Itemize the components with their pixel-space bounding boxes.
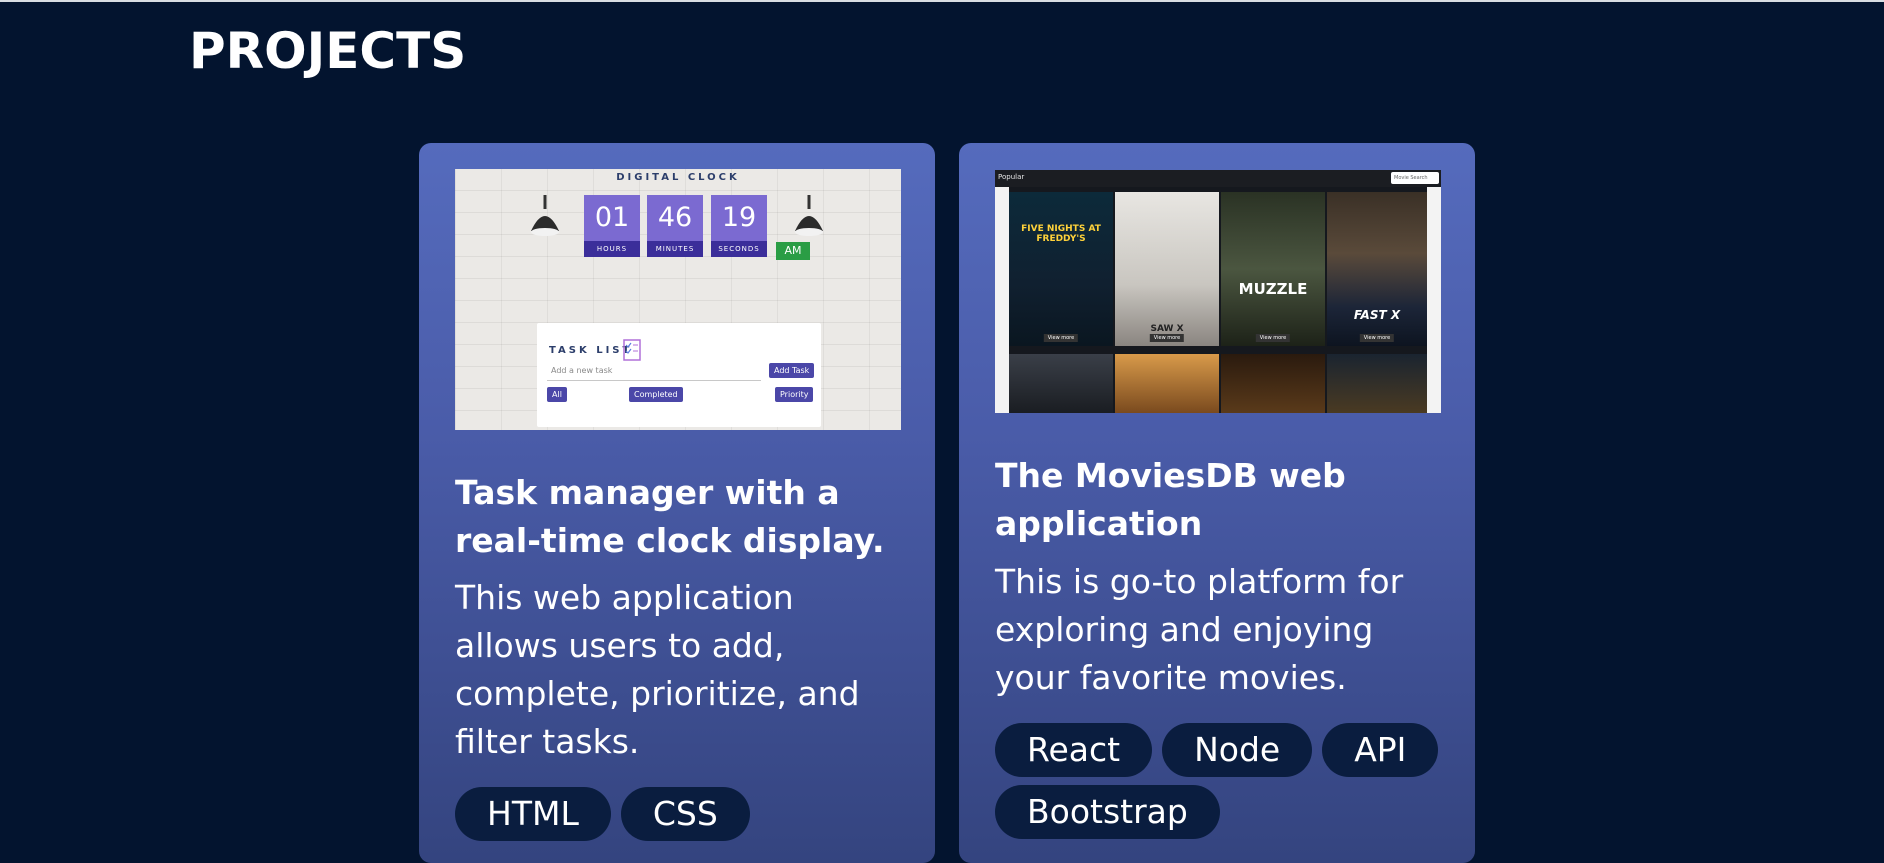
clock-title: DIGITAL CLOCK (616, 172, 740, 183)
poster-title: MUZZLE (1238, 280, 1308, 298)
carousel-right-edge (1427, 187, 1441, 413)
tag-bootstrap: Bootstrap (995, 785, 1220, 839)
movie-poster: FIVE NIGHTS AT FREDDY'S View more (1009, 192, 1113, 346)
seconds-value: 19 (721, 202, 757, 233)
tag-html: HTML (455, 787, 611, 841)
tech-tags: React Node API Bootstrap (995, 723, 1455, 839)
project-card-moviesdb[interactable]: Popular Movie Search FIVE NIGHTS AT FRED… (959, 143, 1475, 863)
seconds-box: 19 SECONDS (711, 195, 767, 257)
top-border (0, 0, 1884, 2)
movie-poster (1009, 354, 1113, 413)
filter-priority-button: Priority (775, 387, 814, 402)
filter-all-button: All (547, 387, 567, 402)
hours-value: 01 (594, 202, 630, 233)
minutes-value: 46 (657, 202, 693, 233)
hours-box: 01 HOURS (584, 195, 640, 257)
minutes-label: MINUTES (647, 241, 703, 257)
movies-topbar: Popular Movie Search (995, 170, 1441, 187)
view-more-button: View more (1043, 334, 1079, 342)
project-description: This is go-to platform for exploring and… (995, 562, 1404, 697)
project-description: This web application allows users to add… (455, 578, 860, 761)
project-title: The MoviesDB web application (995, 456, 1346, 543)
lamp-icon (795, 195, 823, 236)
task-input: Add a new task (547, 363, 761, 381)
seconds-label: SECONDS (711, 241, 767, 257)
checklist-icon (623, 339, 641, 361)
movie-poster (1221, 354, 1325, 413)
task-list-panel: TASK LIST Add a new task Add Task All Co… (537, 323, 821, 427)
view-more-button: View more (1255, 334, 1291, 342)
movie-search-input: Movie Search (1391, 172, 1439, 184)
filter-completed-button: Completed (629, 387, 683, 402)
movie-poster: MUZZLE View more (1221, 192, 1325, 346)
popular-label: Popular (998, 173, 1025, 181)
tag-react: React (995, 723, 1153, 777)
project-title: Task manager with a real-time clock disp… (455, 473, 885, 560)
tag-api: API (1322, 723, 1439, 777)
poster-title: SAW X (1150, 324, 1184, 334)
carousel-left-edge (995, 187, 1009, 413)
project-card-task-manager[interactable]: DIGITAL CLOCK 01 HOURS 46 MINUTES 19 SEC… (419, 143, 935, 863)
project-thumbnail[interactable]: DIGITAL CLOCK 01 HOURS 46 MINUTES 19 SEC… (455, 169, 901, 430)
poster-title: FAST X (1353, 308, 1401, 322)
add-task-button: Add Task (769, 363, 815, 378)
tag-node: Node (1162, 723, 1313, 777)
ampm-badge: AM (776, 242, 810, 260)
movie-poster: FAST X View more (1327, 192, 1427, 346)
view-more-button: View more (1359, 334, 1395, 342)
poster-title: FIVE NIGHTS AT FREDDY'S (1021, 224, 1101, 244)
minutes-box: 46 MINUTES (647, 195, 703, 257)
hours-label: HOURS (584, 241, 640, 257)
movie-poster (1115, 354, 1219, 413)
movie-poster (1327, 354, 1427, 413)
lamp-icon (531, 195, 559, 236)
tech-tags: HTML CSS (455, 787, 915, 841)
view-more-button: View more (1149, 334, 1185, 342)
task-list-title: TASK LIST (549, 345, 633, 356)
project-thumbnail[interactable]: Popular Movie Search FIVE NIGHTS AT FRED… (995, 170, 1441, 413)
section-title: PROJECTS (189, 22, 467, 80)
tag-css: CSS (620, 787, 750, 841)
movie-poster: SAW X View more (1115, 192, 1219, 346)
